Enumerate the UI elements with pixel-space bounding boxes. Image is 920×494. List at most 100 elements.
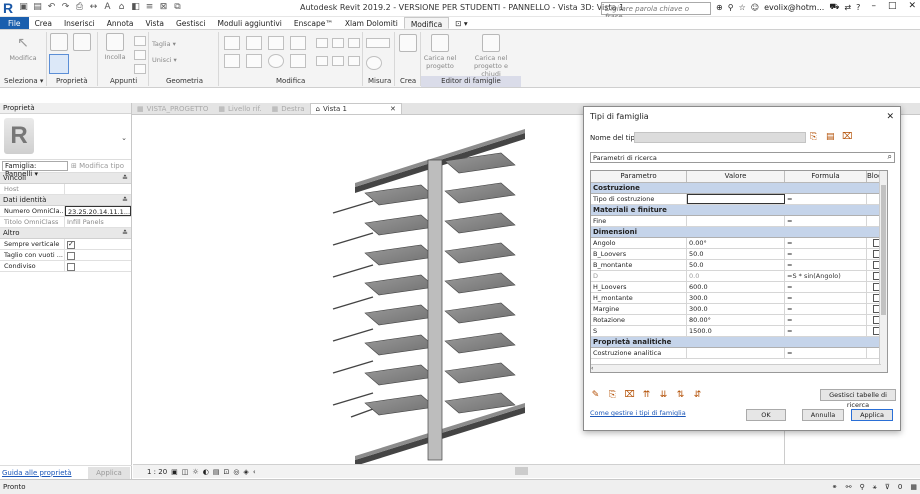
param-value[interactable] (687, 348, 785, 358)
load-and-close-button[interactable]: Carica nel progetto e chiudi (465, 34, 517, 78)
detail-level-icon[interactable]: ▣ (171, 468, 178, 476)
param-value[interactable]: 0.00° (687, 238, 785, 248)
param-formula[interactable]: = (785, 249, 867, 259)
delete-icon[interactable] (348, 56, 360, 66)
rename-type-icon[interactable]: ▤ (826, 132, 836, 142)
column-header[interactable]: Formula (785, 171, 867, 182)
grid-icon[interactable]: ▦ (910, 483, 917, 491)
family-types-button[interactable] (72, 33, 92, 53)
redo-icon[interactable]: ↷ (60, 2, 71, 13)
param-formula[interactable]: = (785, 238, 867, 248)
edit-type-button[interactable]: ⊞ Modifica tipo (71, 162, 124, 170)
array-icon[interactable] (332, 38, 344, 48)
copy-element-icon[interactable] (246, 54, 262, 68)
edit-parameter-icon[interactable]: ✎ (590, 390, 601, 401)
category-dati-identita[interactable]: Dati identità ≛ (0, 195, 131, 206)
param-value[interactable]: 50.0 (687, 249, 785, 259)
mirror-axis-icon[interactable] (268, 36, 284, 50)
search-icon[interactable]: ⌕ (888, 152, 892, 162)
family-category-button[interactable] (49, 33, 69, 53)
param-formula[interactable]: = (785, 326, 867, 336)
measure-icon[interactable]: ↔ (88, 2, 99, 13)
collapse-icon[interactable]: ≛ (122, 196, 128, 204)
ok-button[interactable]: OK (746, 409, 786, 421)
sun-path-icon[interactable]: ☼ (192, 468, 198, 476)
collapse-icon[interactable]: ≛ (122, 174, 128, 182)
tab-vista[interactable]: Vista (139, 17, 170, 29)
crop-icon[interactable]: ⊡ (223, 468, 229, 476)
load-into-project-button[interactable]: Carica nel progetto (422, 34, 458, 70)
join-geometry-button[interactable]: Unisci ▾ (152, 56, 207, 64)
pin-icon[interactable] (316, 56, 328, 66)
category-altro[interactable]: Altro ≛ (0, 228, 131, 239)
annotate-icon[interactable]: A (102, 2, 113, 13)
section-icon[interactable]: ◧ (130, 2, 141, 13)
scroll-thumb[interactable] (881, 185, 886, 315)
cancel-button[interactable]: Annulla (802, 409, 844, 421)
user-icon[interactable]: ☺ (751, 3, 759, 12)
move-down-icon[interactable]: ⇊ (658, 390, 669, 401)
modify-button[interactable]: ↖ Modifica (6, 34, 40, 62)
param-formula[interactable]: =S * sin(Angolo) (785, 271, 867, 281)
revit-logo-icon[interactable]: R (3, 1, 16, 15)
close-hidden-icon[interactable]: ⊠ (158, 2, 169, 13)
always-vertical-checkbox[interactable] (67, 240, 75, 249)
param-formula[interactable]: = (785, 260, 867, 270)
tab-vista-1[interactable]: ⌂ Vista 1 ✕ (309, 103, 402, 114)
move-up-icon[interactable]: ⇈ (641, 390, 652, 401)
group-header[interactable]: Dimensioni (591, 227, 887, 238)
shared-checkbox[interactable] (67, 263, 75, 271)
cut-icon[interactable] (134, 36, 146, 46)
type-name-select[interactable] (634, 132, 806, 143)
cut-with-voids-checkbox[interactable] (67, 252, 75, 260)
horizontal-scrollbar[interactable] (515, 467, 528, 475)
filter-icon[interactable]: ⊽ (885, 483, 890, 491)
param-formula[interactable]: = (785, 293, 867, 303)
delete-type-icon[interactable]: ⌧ (842, 132, 852, 142)
properties-help-link[interactable]: Guida alle proprietà (2, 469, 72, 477)
open-icon[interactable]: ▣ (18, 2, 29, 13)
user-name[interactable]: evolix@hotm... (764, 3, 824, 12)
tab-livello-rif[interactable]: ▦ Livello rif. (213, 103, 266, 114)
type-selector[interactable]: R ⌄ (0, 114, 131, 160)
family-types-help-link[interactable]: Come gestire i tipi di famiglia (590, 409, 686, 417)
param-formula[interactable]: = (785, 315, 867, 325)
save-icon[interactable]: ▤ (32, 2, 43, 13)
rotate-icon[interactable] (268, 54, 284, 68)
param-value[interactable] (687, 216, 785, 226)
param-formula[interactable]: = (785, 194, 867, 204)
shadows-icon[interactable]: ◐ (203, 468, 209, 476)
scroll-left-icon[interactable]: ‹ (253, 468, 256, 476)
group-header[interactable]: Proprietà analitiche (591, 337, 887, 348)
tab-modifica[interactable]: Modifica (403, 17, 450, 29)
column-header[interactable]: Valore (687, 171, 785, 182)
param-formula[interactable]: = (785, 304, 867, 314)
select-pinned-icon[interactable]: ⚲ (859, 483, 864, 491)
tab-file[interactable]: File (0, 17, 29, 29)
param-value[interactable]: 80.00° (687, 315, 785, 325)
match-icon[interactable] (134, 64, 146, 74)
thin-lines-icon[interactable]: ≡ (144, 2, 155, 13)
param-value[interactable]: 1500.0 (687, 326, 785, 336)
omniclass-number-field[interactable]: 23.25.20.14.11.1... (65, 206, 131, 216)
create-similar-button[interactable] (398, 34, 418, 54)
family-filter-select[interactable]: Famiglia: Pannelli ▾ (2, 161, 68, 178)
param-formula[interactable]: = (785, 216, 867, 226)
param-value[interactable]: 300.0 (687, 293, 785, 303)
offset-icon[interactable] (246, 36, 262, 50)
column-header[interactable]: Parametro (591, 171, 687, 182)
binoculars-icon[interactable]: ⊕ (716, 3, 723, 12)
render-icon[interactable]: ▤ (213, 468, 220, 476)
dimension-icon[interactable] (366, 56, 382, 70)
exchange-icon[interactable]: ⇄ (844, 3, 851, 12)
copy-icon[interactable] (134, 50, 146, 60)
collapse-icon[interactable]: ≛ (122, 229, 128, 237)
new-type-icon[interactable]: ⎘ (810, 132, 820, 142)
delete-parameter-icon[interactable]: ⌧ (624, 390, 635, 401)
vertical-scrollbar[interactable] (879, 171, 887, 372)
trim-icon[interactable] (290, 54, 306, 68)
minimize-icon[interactable]: – (871, 1, 876, 11)
close-icon[interactable]: ✕ (886, 112, 894, 122)
apply-button[interactable]: Applica (88, 466, 130, 479)
close-icon[interactable]: ✕ (390, 105, 396, 113)
